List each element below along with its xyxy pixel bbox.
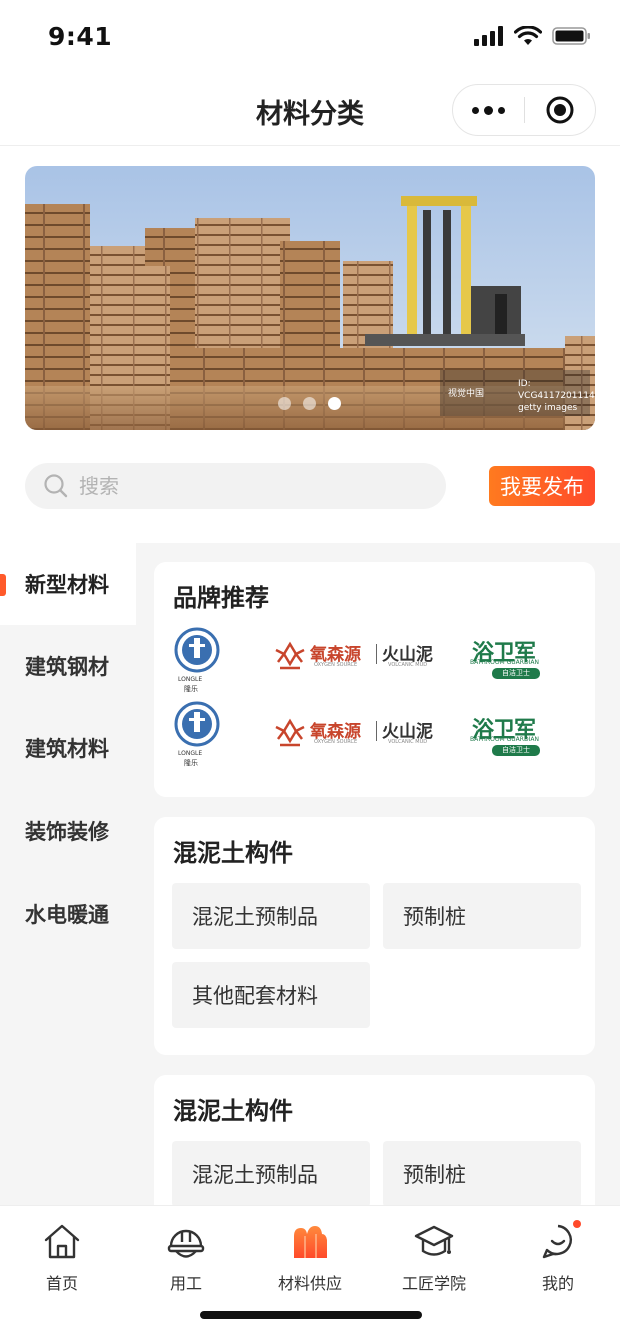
search-bar[interactable] (25, 463, 446, 509)
watermark-brand: getty images (518, 403, 578, 413)
publish-button[interactable]: 我要发布 (489, 466, 595, 506)
sidebar-item-label: 装饰装修 (25, 820, 109, 844)
category-chip[interactable]: 预制桩 (383, 1141, 581, 1207)
signal-icon (474, 26, 503, 46)
watermark-vcg: 视觉中国 (448, 389, 485, 399)
brand-longle-en: LONGLE (178, 676, 203, 683)
materials-icon (294, 1226, 327, 1258)
tab-label: 我的 (541, 1274, 574, 1293)
tab-profile[interactable]: 我的 (498, 1220, 618, 1293)
category-card: 混泥土构件 混泥土预制品 预制桩 其他配套材料 (154, 817, 595, 1055)
sidebar-item-label: 新型材料 (25, 573, 109, 597)
target-icon (546, 96, 574, 124)
bottom-tab-bar: 首页 用工 材料供应 工匠学院 我的 (0, 1205, 620, 1343)
oxygen-flower-icon (275, 718, 305, 747)
sidebar-item-steel[interactable]: 建筑钢材 (0, 625, 136, 707)
brand-guardian-en: BATHROOM GUARDIAN (470, 659, 539, 666)
brand-divider (376, 721, 377, 741)
brand-oxygen-en: OXYGEN SOURCE (314, 739, 358, 745)
tab-label: 工匠学院 (401, 1274, 466, 1293)
carousel-indicator (278, 397, 341, 410)
status-icons (474, 26, 592, 46)
tab-label: 用工 (169, 1274, 202, 1293)
status-bar: 9:41 (0, 0, 620, 78)
brand-bathroom-guardian-logo[interactable]: 浴卫军 BATHROOM GUARDIAN 自洁卫士 (470, 635, 564, 681)
home-indicator (200, 1311, 422, 1319)
profile-icon (542, 1224, 572, 1259)
carousel-dot-active[interactable] (328, 397, 341, 410)
brand-longle-logo[interactable]: LONGLE 隆乐 (172, 626, 226, 694)
nav-bar: 材料分类 (0, 78, 620, 146)
tab-materials[interactable]: 材料供应 (250, 1220, 370, 1293)
brand-longle-logo[interactable]: LONGLE 隆乐 (172, 700, 226, 768)
battery-icon (552, 27, 590, 45)
oxygen-flower-icon (275, 641, 305, 670)
mini-program-capsule (452, 84, 596, 136)
card-title: 品牌推荐 (173, 584, 269, 612)
longle-logo-icon (174, 701, 220, 747)
brand-oxygen-en: OXYGEN SOURCE (314, 662, 358, 668)
brand-guardian-tag: 自洁卫士 (492, 745, 540, 756)
category-chip[interactable]: 预制桩 (383, 883, 581, 949)
sidebar-item-decoration[interactable]: 装饰装修 (0, 790, 136, 872)
more-button[interactable] (453, 84, 524, 136)
banner-watermark: 视觉中国 ID: VCG41172011149 getty images (440, 370, 600, 416)
search-input[interactable] (79, 474, 379, 498)
tab-academy[interactable]: 工匠学院 (374, 1220, 494, 1293)
sidebar-item-building-materials[interactable]: 建筑材料 (0, 707, 136, 789)
card-title: 混泥土构件 (173, 839, 293, 867)
category-chip[interactable]: 混泥土预制品 (172, 1141, 370, 1207)
brand-guardian-tag: 自洁卫士 (492, 668, 540, 679)
brand-oxygen-logo[interactable]: 氧森源 OXYGEN SOURCE 火山泥 VOLCANIC MUD (272, 638, 437, 678)
brand-bathroom-guardian-logo[interactable]: 浴卫军 BATHROOM GUARDIAN 自洁卫士 (470, 712, 564, 758)
watermark-info: ID: VCG41172011149 getty images (518, 378, 600, 414)
brand-longle-cn: 隆乐 (184, 685, 198, 693)
tab-labor[interactable]: 用工 (126, 1220, 246, 1293)
card-title: 混泥土构件 (173, 1097, 293, 1125)
category-chip[interactable]: 混泥土预制品 (172, 883, 370, 949)
brand-longle-en: LONGLE (178, 750, 203, 757)
hardhat-icon (167, 1229, 205, 1258)
longle-logo-icon (174, 627, 220, 673)
search-icon (44, 474, 68, 498)
sidebar-item-label: 建筑材料 (25, 737, 109, 761)
carousel-dot[interactable] (278, 397, 291, 410)
category-chip[interactable]: 其他配套材料 (172, 962, 370, 1028)
tab-label: 材料供应 (277, 1274, 342, 1293)
sidebar-item-label: 建筑钢材 (25, 655, 109, 679)
close-button[interactable] (525, 84, 596, 136)
tab-label: 首页 (45, 1274, 78, 1293)
sidebar-item-plumbing-hvac[interactable]: 水电暖通 (0, 873, 136, 955)
brand-recommend-card: 品牌推荐 LONGLE 隆乐 氧森源 OXYGEN SOURCE 火山泥 VOL… (154, 562, 595, 797)
category-sidebar: 新型材料 建筑钢材 建筑材料 装饰装修 水电暖通 (0, 543, 136, 1205)
notification-dot (573, 1220, 581, 1228)
sidebar-item-new-materials[interactable]: 新型材料 (0, 543, 136, 625)
carousel-dot[interactable] (303, 397, 316, 410)
watermark-id: ID: VCG41172011149 (518, 379, 601, 401)
wifi-icon (514, 26, 542, 45)
tab-home[interactable]: 首页 (2, 1220, 122, 1293)
brand-volcanic-en: VOLCANIC MUD (388, 739, 428, 745)
brand-longle-cn: 隆乐 (184, 759, 198, 767)
graduation-cap-icon (414, 1225, 454, 1256)
brand-guardian-en: BATHROOM GUARDIAN (470, 736, 539, 743)
brand-oxygen-logo[interactable]: 氧森源 OXYGEN SOURCE 火山泥 VOLCANIC MUD (272, 715, 437, 755)
brand-volcanic-en: VOLCANIC MUD (388, 662, 428, 668)
sidebar-item-label: 水电暖通 (25, 903, 109, 927)
home-icon (44, 1224, 80, 1259)
status-time: 9:41 (48, 22, 113, 51)
category-content: 新型材料 建筑钢材 建筑材料 装饰装修 水电暖通 品牌推荐 LONGLE 隆乐 (0, 543, 620, 1235)
brand-divider (376, 644, 377, 664)
